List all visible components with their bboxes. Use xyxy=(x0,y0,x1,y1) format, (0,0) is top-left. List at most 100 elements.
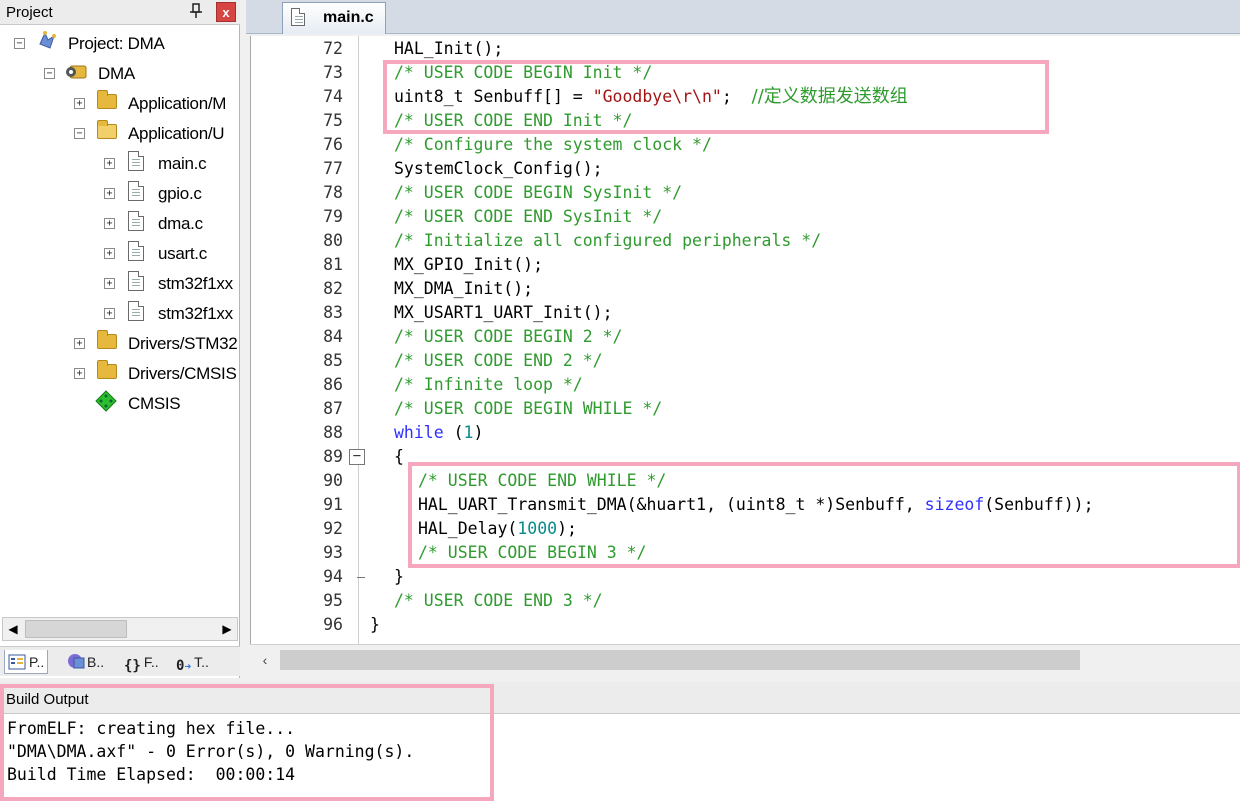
code-line[interactable]: 77 SystemClock_Config(); xyxy=(251,157,1240,181)
code-line[interactable]: 72 HAL_Init(); xyxy=(251,37,1240,61)
tree-item-dma-target[interactable]: − DMA xyxy=(0,60,238,88)
code-line[interactable]: 91 HAL_UART_Transmit_DMA(&huart1, (uint8_… xyxy=(251,493,1240,517)
code-line[interactable]: 94} xyxy=(251,565,1240,589)
scroll-right-icon[interactable]: ▶ xyxy=(217,618,237,640)
code-line[interactable]: 93 /* USER CODE BEGIN 3 */ xyxy=(251,541,1240,565)
code-line[interactable]: 88 while (1) xyxy=(251,421,1240,445)
close-pane-button[interactable]: x xyxy=(216,2,236,22)
folder-open-icon xyxy=(97,120,117,139)
expand-icon[interactable]: + xyxy=(104,158,115,169)
tree-item-group[interactable]: + Drivers/CMSIS xyxy=(0,360,238,388)
project-pane-tabs: P.. B.. {} F.. 0➜ T.. xyxy=(0,646,240,676)
tree-item-cmsis[interactable]: CMSIS xyxy=(0,390,238,418)
books-tab-icon xyxy=(66,652,85,669)
expand-icon[interactable]: + xyxy=(74,98,85,109)
project-tree: − Project: DMA − DMA + Application/M − A… xyxy=(0,30,238,610)
scrollbar-thumb[interactable] xyxy=(25,620,127,638)
tree-item-label: DMA xyxy=(98,64,135,83)
editor-horizontal-scrollbar[interactable]: ‹ xyxy=(250,644,1240,674)
target-icon xyxy=(64,60,87,82)
line-number: 78 xyxy=(323,183,343,202)
code-text: /* USER CODE BEGIN WHILE */ xyxy=(394,399,663,418)
line-number: 93 xyxy=(323,543,343,562)
tree-item-project[interactable]: − Project: DMA xyxy=(0,30,238,58)
tree-item-file[interactable]: + stm32f1xx xyxy=(0,300,238,328)
code-line[interactable]: 75 /* USER CODE END Init */ xyxy=(251,109,1240,133)
code-text: MX_GPIO_Init(); xyxy=(394,255,544,274)
editor-tabbar: main.c xyxy=(246,0,1240,34)
tab-functions[interactable]: {} F.. xyxy=(124,650,159,674)
code-line[interactable]: 96} xyxy=(251,613,1240,637)
code-line[interactable]: 84 /* USER CODE BEGIN 2 */ xyxy=(251,325,1240,349)
code-line[interactable]: 87 /* USER CODE BEGIN WHILE */ xyxy=(251,397,1240,421)
line-number: 75 xyxy=(323,111,343,130)
tree-item-file[interactable]: + dma.c xyxy=(0,210,238,238)
code-line[interactable]: 81 MX_GPIO_Init(); xyxy=(251,253,1240,277)
code-line[interactable]: 86 /* Infinite loop */ xyxy=(251,373,1240,397)
tree-item-label: gpio.c xyxy=(158,184,202,203)
expand-icon[interactable]: + xyxy=(104,188,115,199)
code-line[interactable]: 92 HAL_Delay(1000); xyxy=(251,517,1240,541)
code-editor[interactable]: 72 HAL_Init(); 73 /* USER CODE BEGIN Init … xyxy=(250,36,1240,644)
tree-item-file[interactable]: + stm32f1xx xyxy=(0,270,238,298)
line-number: 89 xyxy=(323,447,343,466)
code-text: HAL_Delay(1000); xyxy=(418,519,577,538)
code-line[interactable]: 95 /* USER CODE END 3 */ xyxy=(251,589,1240,613)
expand-icon[interactable]: + xyxy=(104,278,115,289)
line-number: 95 xyxy=(323,591,343,610)
pin-icon[interactable] xyxy=(188,3,204,21)
code-text: uint8_t Senbuff[] = "Goodbye\r\n"; //定义数… xyxy=(394,86,908,107)
line-number: 79 xyxy=(323,207,343,226)
expand-icon[interactable]: + xyxy=(74,338,85,349)
tab-main-c[interactable]: main.c xyxy=(282,2,386,34)
expand-icon[interactable]: + xyxy=(74,368,85,379)
file-icon xyxy=(128,271,144,291)
code-line[interactable]: 76 /* Configure the system clock */ xyxy=(251,133,1240,157)
tree-item-file[interactable]: + main.c xyxy=(0,150,238,178)
collapse-icon[interactable]: − xyxy=(14,38,25,49)
code-text: MX_USART1_UART_Init(); xyxy=(394,303,613,322)
tree-item-group[interactable]: + Drivers/STM32 xyxy=(0,330,238,358)
collapse-icon[interactable]: − xyxy=(44,68,55,79)
tree-item-group[interactable]: − Application/U xyxy=(0,120,238,148)
code-line[interactable]: 73 /* USER CODE BEGIN Init */ xyxy=(251,61,1240,85)
line-number: 88 xyxy=(323,423,343,442)
tree-item-file[interactable]: + gpio.c xyxy=(0,180,238,208)
code-text: /* USER CODE END 2 */ xyxy=(394,351,603,370)
code-text: SystemClock_Config(); xyxy=(394,159,603,178)
code-line[interactable]: 90 /* USER CODE END WHILE */ xyxy=(251,469,1240,493)
project-horizontal-scrollbar[interactable]: ◀ ▶ xyxy=(2,617,238,641)
scroll-left-icon[interactable]: ◀ xyxy=(3,618,23,640)
scroll-left-icon[interactable]: ‹ xyxy=(254,649,276,671)
templates-tab-icon: 0➜ xyxy=(176,658,192,674)
tab-project[interactable]: P.. xyxy=(4,650,49,674)
file-icon xyxy=(128,301,144,321)
code-line[interactable]: 83 MX_USART1_UART_Init(); xyxy=(251,301,1240,325)
code-line[interactable]: 85 /* USER CODE END 2 */ xyxy=(251,349,1240,373)
expand-icon[interactable]: + xyxy=(104,248,115,259)
tree-item-label: Application/U xyxy=(128,124,225,143)
code-line[interactable]: 79 /* USER CODE END SysInit */ xyxy=(251,205,1240,229)
expand-icon[interactable]: + xyxy=(104,308,115,319)
tree-item-label: stm32f1xx xyxy=(158,304,233,323)
file-icon xyxy=(291,8,305,26)
expand-icon[interactable]: + xyxy=(104,218,115,229)
tree-item-label: CMSIS xyxy=(128,394,181,413)
functions-tab-icon: {} xyxy=(124,658,141,674)
tab-templates[interactable]: 0➜ T.. xyxy=(176,650,209,674)
tab-books[interactable]: B.. xyxy=(66,650,104,674)
scrollbar-thumb[interactable] xyxy=(280,650,1080,670)
code-line[interactable]: 80 /* Initialize all configured periphera… xyxy=(251,229,1240,253)
collapse-icon[interactable]: − xyxy=(74,128,85,139)
line-number: 82 xyxy=(323,279,343,298)
code-line[interactable]: 82 MX_DMA_Init(); xyxy=(251,277,1240,301)
code-line[interactable]: 78 /* USER CODE BEGIN SysInit */ xyxy=(251,181,1240,205)
line-number: 92 xyxy=(323,519,343,538)
fold-collapse-icon[interactable]: − xyxy=(349,449,365,465)
tree-item-file[interactable]: + usart.c xyxy=(0,240,238,268)
code-text: } xyxy=(394,567,404,586)
code-line[interactable]: 74 uint8_t Senbuff[] = "Goodbye\r\n"; //定… xyxy=(251,85,1240,109)
code-line[interactable]: 89− { xyxy=(251,445,1240,469)
tree-item-group[interactable]: + Application/M xyxy=(0,90,238,118)
code-text: /* Infinite loop */ xyxy=(394,375,583,394)
